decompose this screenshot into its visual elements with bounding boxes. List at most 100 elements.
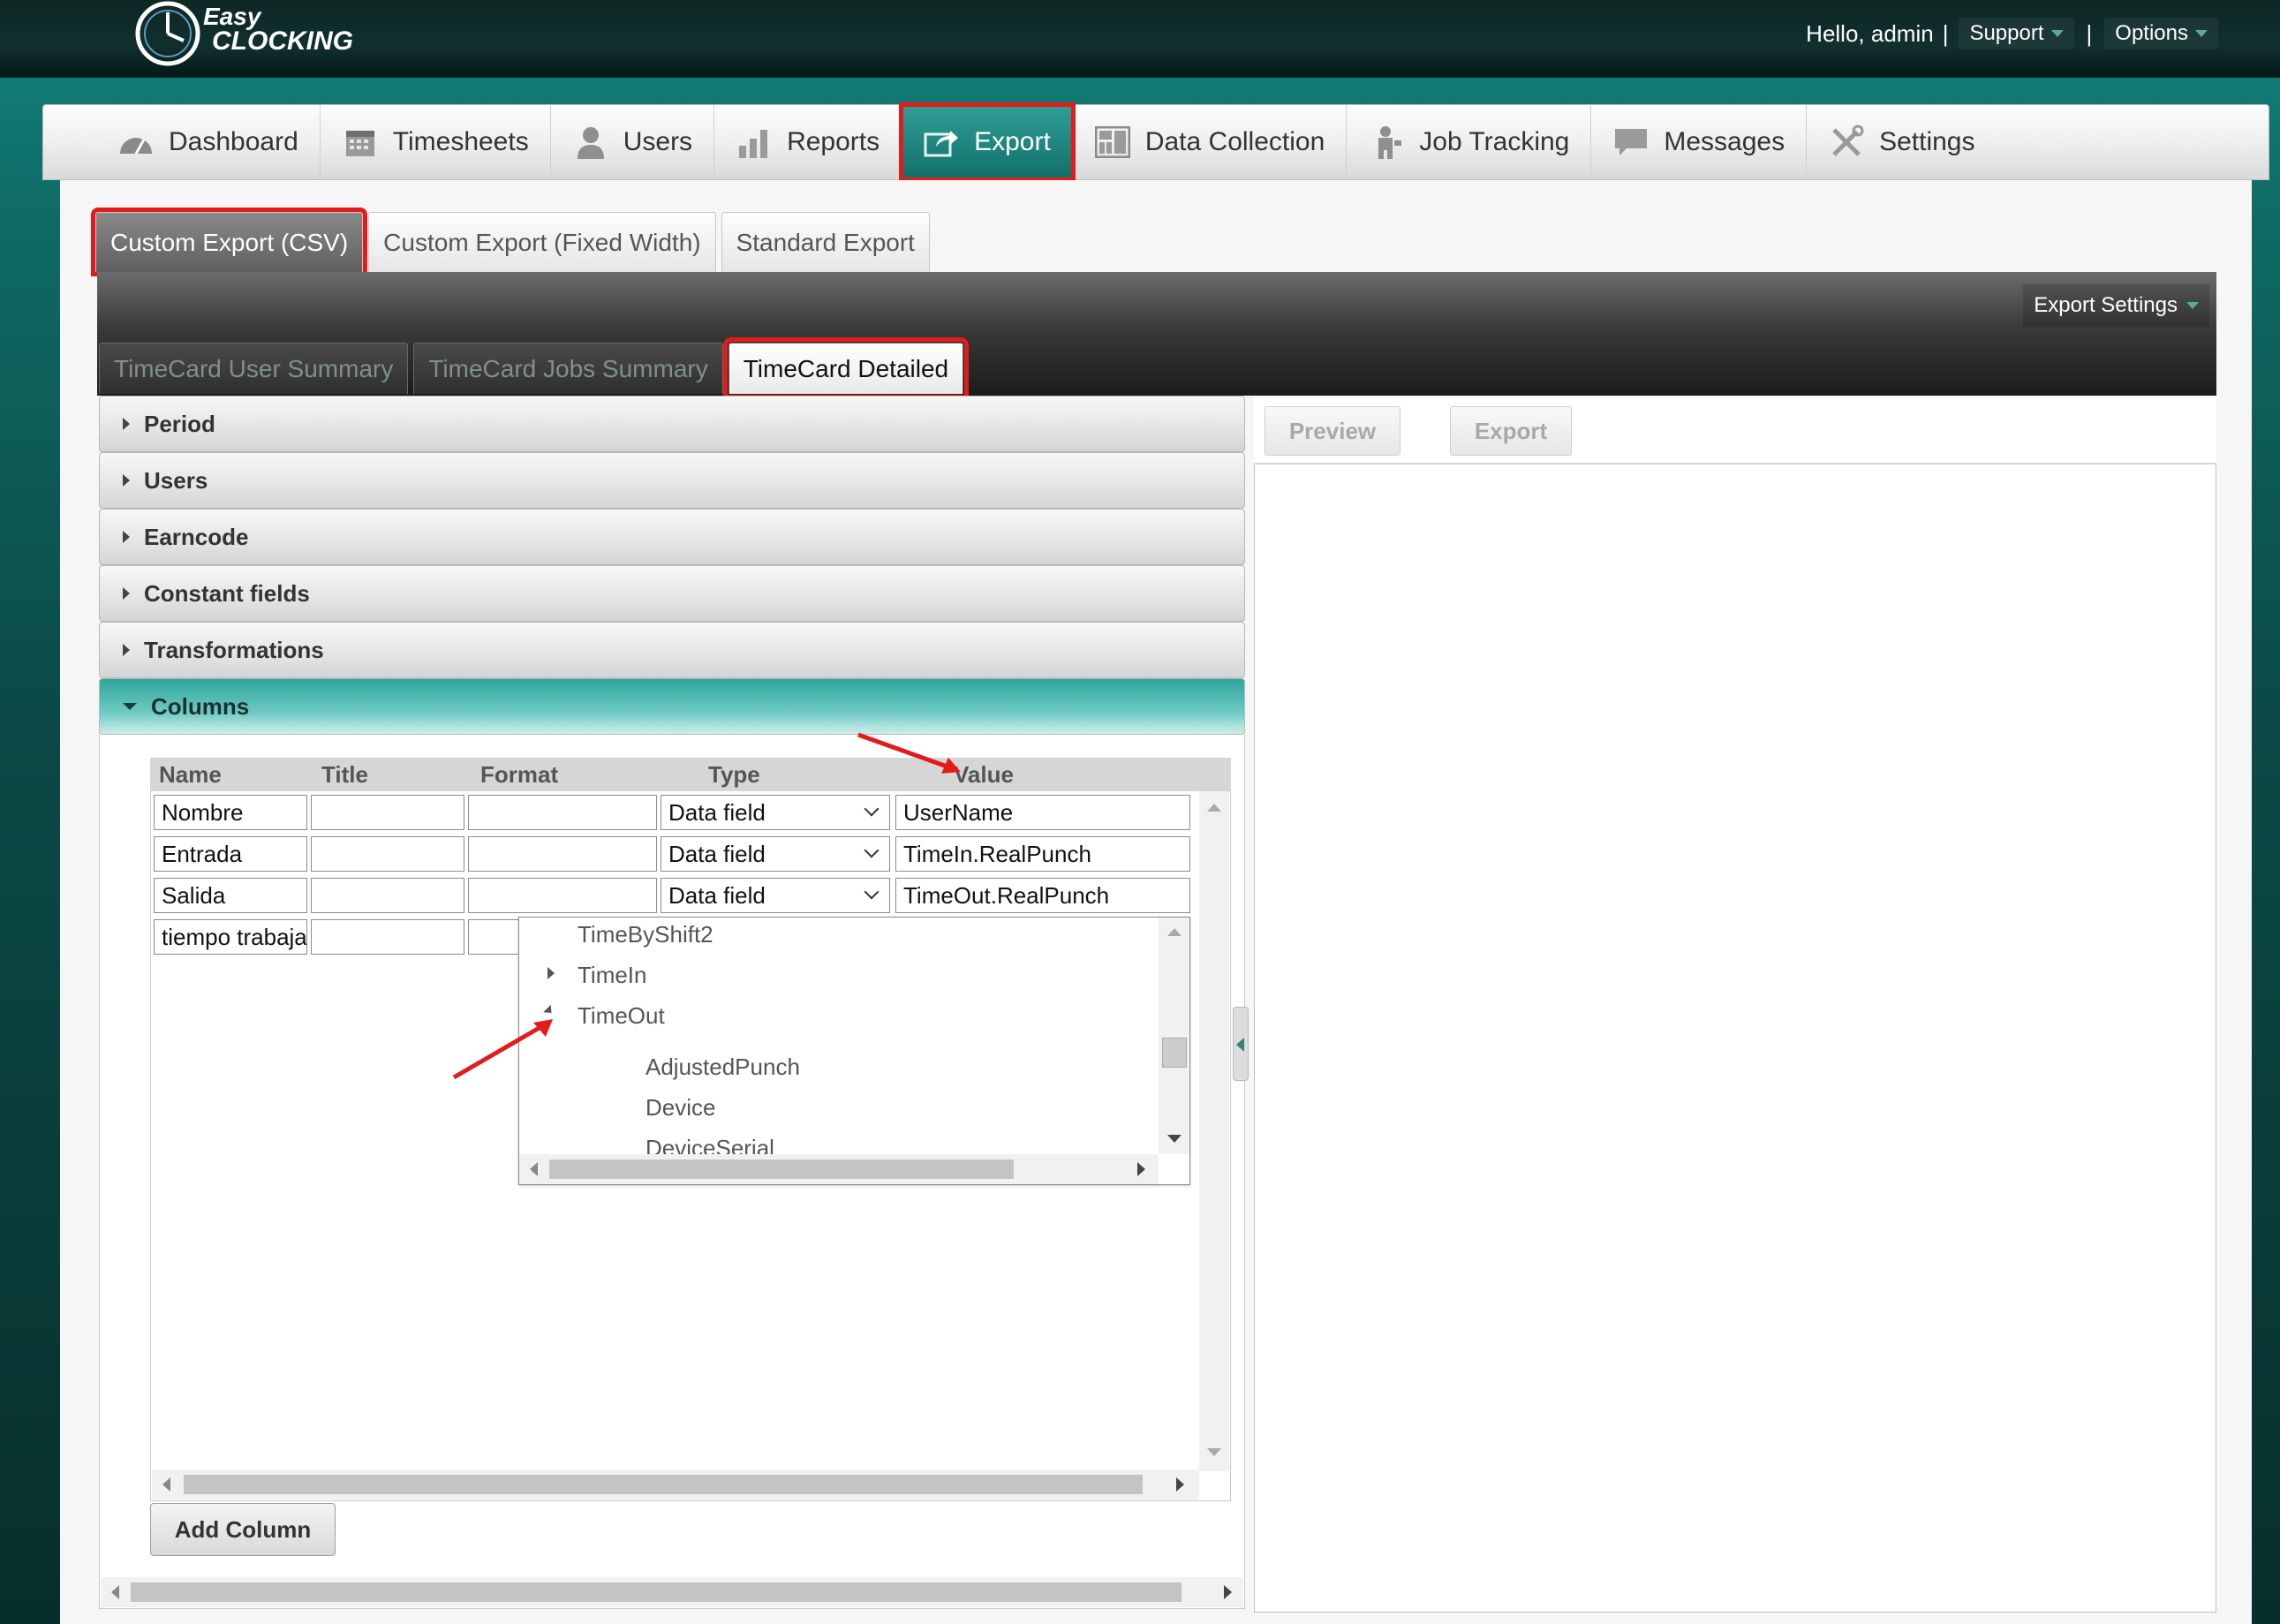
options-label: Options bbox=[2115, 21, 2188, 45]
nav-users[interactable]: Users bbox=[551, 105, 715, 179]
tree-item-timeout[interactable]: TimeOut bbox=[578, 1002, 665, 1030]
tab-custom-export-csv[interactable]: Custom Export (CSV) bbox=[90, 208, 368, 276]
scroll-up-icon[interactable] bbox=[1167, 928, 1182, 936]
tools-icon bbox=[1828, 124, 1865, 161]
tree-item-adjustedpunch[interactable]: AdjustedPunch bbox=[645, 1054, 800, 1081]
panel-horizontal-scrollbar[interactable] bbox=[101, 1577, 1243, 1607]
accordion-label: Period bbox=[144, 410, 215, 437]
tab-timecard-jobs-summary[interactable]: TimeCard Jobs Summary bbox=[413, 343, 723, 394]
export-type-tabs: Custom Export (CSV) Custom Export (Fixed… bbox=[90, 208, 930, 276]
row-name-field[interactable]: Nombre bbox=[154, 795, 307, 830]
nav-job-tracking[interactable]: Job Tracking bbox=[1347, 105, 1592, 179]
scroll-left-icon[interactable] bbox=[111, 1585, 119, 1599]
caret-right-icon bbox=[123, 644, 130, 656]
nav-dashboard[interactable]: Dashboard bbox=[96, 105, 321, 179]
grid-horizontal-scrollbar[interactable] bbox=[152, 1469, 1199, 1499]
nav-label: Data Collection bbox=[1144, 127, 1325, 156]
row-format-field[interactable] bbox=[468, 919, 521, 955]
calendar-icon bbox=[342, 124, 379, 161]
scroll-thumb[interactable] bbox=[131, 1582, 1182, 1602]
nav-data-collection[interactable]: Data Collection bbox=[1073, 105, 1348, 179]
support-menu[interactable]: Support bbox=[1959, 18, 2074, 49]
chevron-down-icon bbox=[864, 884, 880, 900]
panel-splitter-handle[interactable] bbox=[1233, 1007, 1249, 1081]
accordion-label: Users bbox=[144, 466, 208, 494]
tree-item-timein[interactable]: TimeIn bbox=[578, 962, 647, 989]
row-format-field[interactable] bbox=[468, 836, 657, 872]
row-name-field[interactable]: Entrada bbox=[154, 836, 307, 872]
row-format-field[interactable] bbox=[468, 795, 657, 830]
scroll-up-icon[interactable] bbox=[1207, 804, 1221, 812]
row-name-field[interactable]: Salida bbox=[154, 878, 307, 913]
grid-vertical-scrollbar[interactable] bbox=[1199, 791, 1229, 1471]
row-value-field[interactable]: TimeIn.RealPunch bbox=[895, 836, 1190, 872]
preview-toolbar: Preview Export bbox=[1254, 396, 2216, 465]
tree-vertical-scrollbar[interactable] bbox=[1159, 918, 1189, 1154]
chevron-down-icon bbox=[2050, 30, 2064, 37]
annotation-arrow-value bbox=[857, 732, 961, 774]
scroll-thumb[interactable] bbox=[549, 1159, 1014, 1179]
accordion-transformations[interactable]: Transformations bbox=[99, 622, 1245, 678]
expand-arrow-icon[interactable] bbox=[547, 967, 555, 979]
scroll-thumb[interactable] bbox=[184, 1475, 1143, 1494]
accordion-users[interactable]: Users bbox=[99, 452, 1245, 509]
annotation-arrow-timeout bbox=[452, 1019, 553, 1080]
accordion-constant-fields[interactable]: Constant fields bbox=[99, 565, 1245, 622]
row-name-field[interactable]: tiempo trabaja bbox=[154, 919, 307, 955]
chevron-down-icon bbox=[864, 801, 880, 817]
scroll-right-icon[interactable] bbox=[1224, 1585, 1232, 1599]
nav-export[interactable]: Export bbox=[899, 102, 1076, 182]
row-title-field[interactable] bbox=[311, 836, 464, 872]
scroll-down-icon[interactable] bbox=[1207, 1448, 1221, 1456]
scroll-right-icon[interactable] bbox=[1137, 1162, 1145, 1176]
tree-item-timebyshift2[interactable]: TimeByShift2 bbox=[578, 921, 713, 948]
add-column-button[interactable]: Add Column bbox=[150, 1503, 336, 1556]
chevron-down-icon bbox=[2195, 30, 2208, 37]
scroll-right-icon[interactable] bbox=[1176, 1477, 1184, 1492]
nav-label: Reports bbox=[787, 127, 880, 156]
options-menu[interactable]: Options bbox=[2104, 18, 2218, 49]
nav-messages[interactable]: Messages bbox=[1591, 105, 1808, 179]
tab-timecard-user-summary[interactable]: TimeCard User Summary bbox=[99, 343, 409, 394]
export-button[interactable]: Export bbox=[1450, 406, 1572, 456]
row-type-select[interactable]: Data field bbox=[661, 836, 890, 872]
tab-custom-export-fixed-width[interactable]: Custom Export (Fixed Width) bbox=[368, 212, 716, 272]
tree-horizontal-scrollbar[interactable] bbox=[519, 1154, 1159, 1184]
scroll-left-icon[interactable] bbox=[162, 1477, 170, 1492]
nav-timesheets[interactable]: Timesheets bbox=[321, 105, 551, 179]
worker-icon bbox=[1368, 124, 1405, 161]
tab-timecard-detailed[interactable]: TimeCard Detailed bbox=[722, 337, 970, 399]
row-type-select[interactable]: Data field bbox=[661, 795, 890, 830]
nav-label: Job Tracking bbox=[1419, 127, 1570, 156]
row-format-field[interactable] bbox=[468, 878, 657, 913]
nav-label: Settings bbox=[1879, 127, 1975, 156]
preview-button[interactable]: Preview bbox=[1265, 406, 1400, 456]
tree-item-device[interactable]: Device bbox=[645, 1094, 715, 1122]
easy-clocking-logo[interactable]: Easy CLOCKING bbox=[124, 0, 397, 71]
accordion-period[interactable]: Period bbox=[99, 396, 1245, 452]
row-title-field[interactable] bbox=[311, 919, 464, 955]
export-settings-menu[interactable]: Export Settings bbox=[2023, 284, 2209, 327]
row-title-field[interactable] bbox=[311, 795, 464, 830]
tab-standard-export[interactable]: Standard Export bbox=[721, 212, 930, 272]
greeting-text: Hello, admin bbox=[1806, 19, 1934, 47]
separator: | bbox=[1942, 19, 1949, 47]
export-settings-label: Export Settings bbox=[2034, 293, 2178, 317]
columns-grid-header: Name Title Format Type Value bbox=[150, 758, 1231, 791]
scroll-left-icon[interactable] bbox=[530, 1162, 538, 1176]
row-title-field[interactable] bbox=[311, 878, 464, 913]
row-type-value: Data field bbox=[668, 881, 766, 909]
scroll-thumb[interactable] bbox=[1162, 1038, 1187, 1068]
separator: | bbox=[2086, 19, 2093, 47]
accordion-earncode[interactable]: Earncode bbox=[99, 509, 1245, 565]
bar-chart-icon bbox=[736, 124, 773, 161]
collapse-left-icon bbox=[1236, 1038, 1244, 1052]
row-type-select[interactable]: Data field bbox=[661, 878, 890, 913]
nav-settings[interactable]: Settings bbox=[1807, 105, 1996, 179]
nav-reports[interactable]: Reports bbox=[714, 105, 902, 179]
main-navigation: Dashboard Timesheets Users Reports Expor… bbox=[42, 102, 2269, 182]
scroll-down-icon[interactable] bbox=[1167, 1135, 1182, 1143]
row-value-field[interactable]: TimeOut.RealPunch bbox=[895, 878, 1190, 913]
accordion-columns[interactable]: Columns bbox=[99, 678, 1245, 735]
row-value-field[interactable]: UserName bbox=[895, 795, 1190, 830]
